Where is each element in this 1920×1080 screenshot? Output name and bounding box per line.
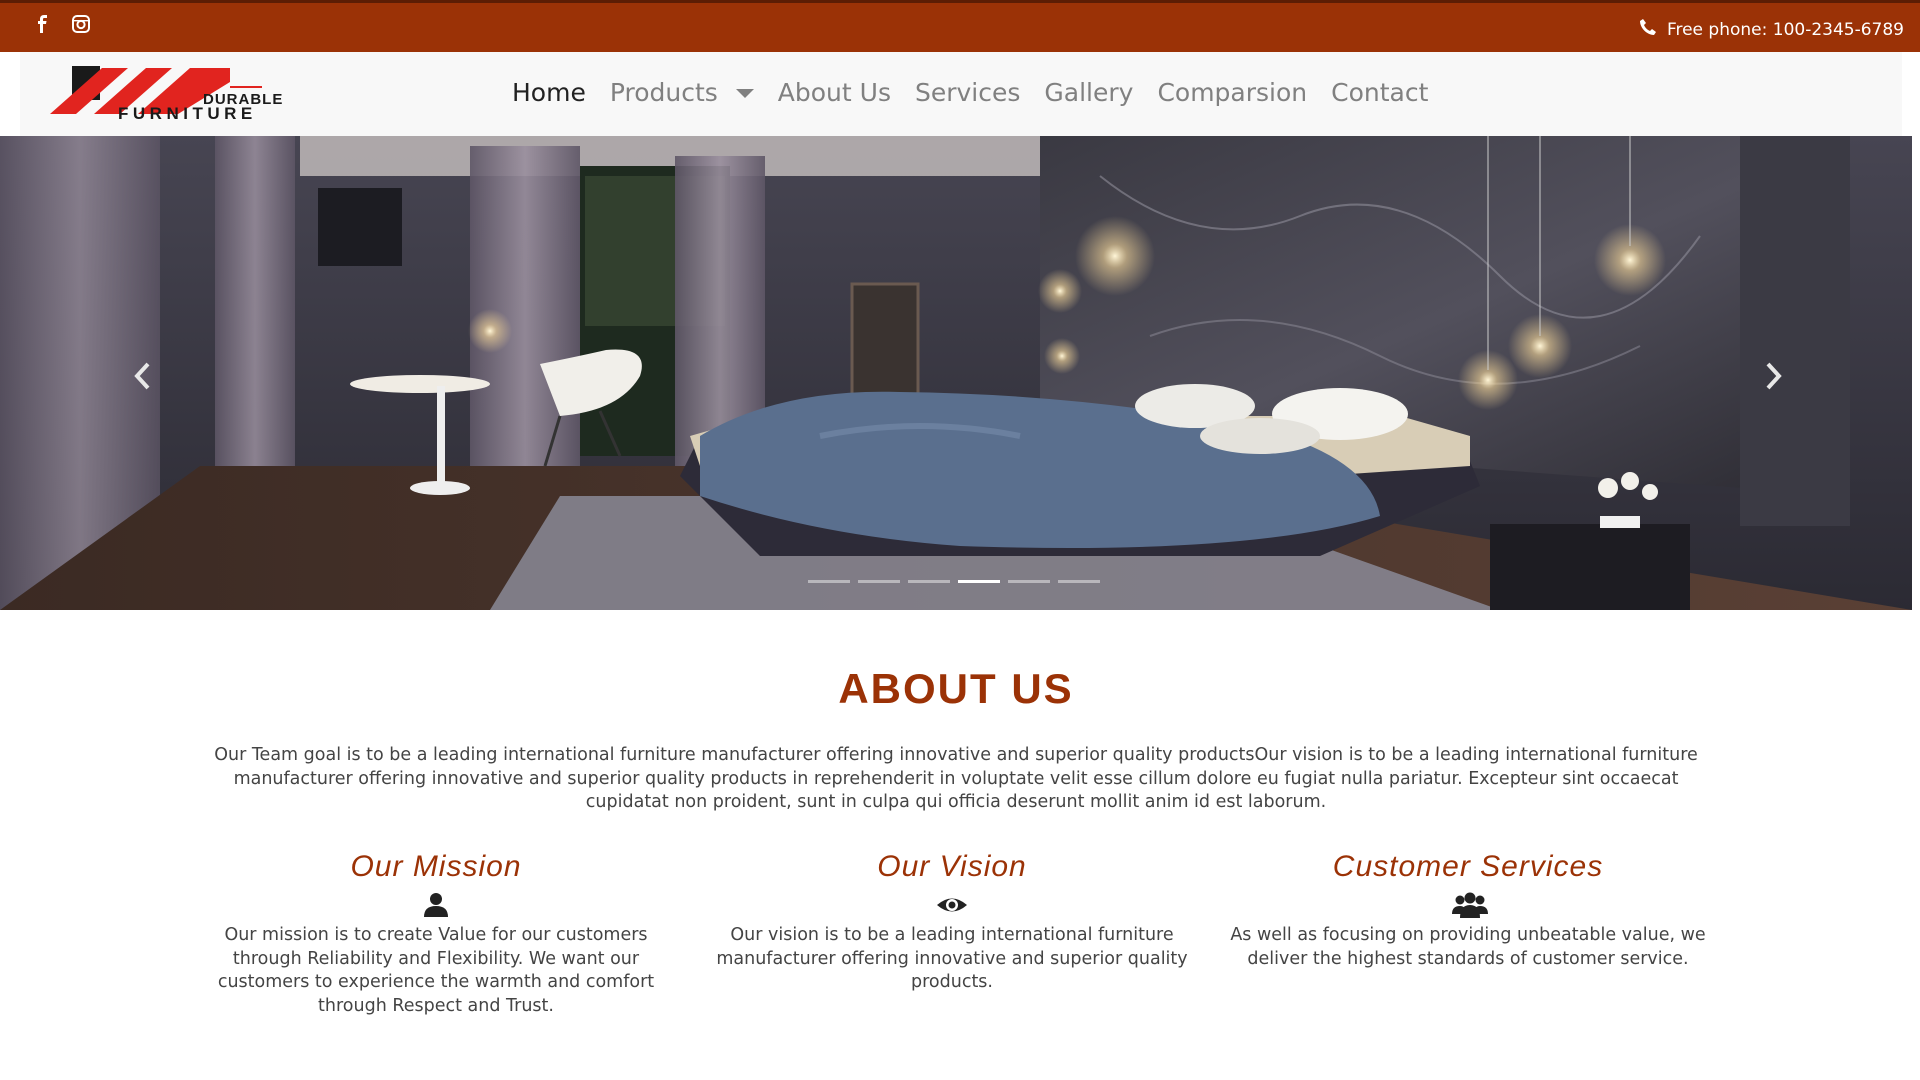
- vision-column: Our Vision Our vision is to be a leading…: [712, 850, 1192, 995]
- social-links: [34, 15, 90, 33]
- caret-down-icon: [735, 89, 754, 98]
- users-icon: [1452, 892, 1488, 918]
- nav-products-dropdown[interactable]: Products: [610, 78, 754, 107]
- mission-column: Our Mission Our mission is to create Val…: [196, 850, 676, 1018]
- user-icon: [420, 892, 452, 918]
- customer-services-text: As well as focusing on providing unbeata…: [1230, 925, 1706, 969]
- nav-contact-label: Contact: [1331, 78, 1429, 107]
- carousel-indicator-2[interactable]: [858, 580, 900, 583]
- vision-text: Our vision is to be a leading internatio…: [716, 925, 1188, 992]
- hero-carousel: [0, 136, 1912, 610]
- nav-services-label: Services: [914, 78, 1021, 107]
- brand-logo[interactable]: DURABLE FURNITURE: [50, 62, 330, 123]
- top-bar: Free phone: 100-2345-6789: [0, 0, 1920, 52]
- nav-comparsion-label: Comparsion: [1157, 78, 1308, 107]
- about-title: ABOUT US: [838, 665, 1074, 712]
- nav-products-label: Products: [609, 78, 718, 107]
- carousel-prev-button[interactable]: [128, 356, 158, 396]
- eye-icon: [936, 892, 968, 918]
- nav-gallery-label: Gallery: [1044, 78, 1134, 107]
- carousel-indicator-1[interactable]: [808, 580, 850, 583]
- nav-about-label: About Us: [777, 78, 891, 107]
- nav-home-label: Home: [512, 78, 586, 107]
- carousel-indicator-5[interactable]: [1008, 580, 1050, 583]
- facebook-icon[interactable]: [34, 15, 52, 33]
- customer-services-column: Customer Services As well as focusing on…: [1228, 850, 1708, 971]
- nav-about-us[interactable]: About Us: [778, 78, 891, 107]
- hero-bedroom-image: [0, 136, 1912, 610]
- nav-menu: Home Products About Us Services Gallery …: [512, 78, 1428, 107]
- vision-title: Our Vision: [877, 850, 1027, 883]
- mission-text: Our mission is to create Value for our c…: [217, 925, 655, 1016]
- carousel-indicator-4[interactable]: [958, 580, 1000, 583]
- main-navbar: DURABLE FURNITURE Home Products About Us…: [20, 52, 1902, 136]
- nav-contact[interactable]: Contact: [1331, 78, 1428, 107]
- logo-line2: FURNITURE: [118, 104, 257, 122]
- phone-icon: [1639, 18, 1657, 41]
- instagram-icon[interactable]: [72, 15, 90, 33]
- phone-info: Free phone: 100-2345-6789: [1639, 18, 1904, 41]
- mission-title: Our Mission: [350, 850, 522, 883]
- nav-comparsion[interactable]: Comparsion: [1157, 78, 1307, 107]
- nav-services[interactable]: Services: [915, 78, 1020, 107]
- customer-services-title: Customer Services: [1332, 850, 1604, 883]
- carousel-indicator-6[interactable]: [1058, 580, 1100, 583]
- nav-gallery[interactable]: Gallery: [1044, 78, 1133, 107]
- nav-home[interactable]: Home: [512, 78, 586, 107]
- carousel-next-button[interactable]: [1758, 356, 1788, 396]
- about-description: Our Team goal is to be a leading interna…: [214, 745, 1698, 812]
- carousel-indicators: [808, 580, 1100, 583]
- carousel-indicator-3[interactable]: [908, 580, 950, 583]
- chevron-right-icon: [1766, 362, 1782, 390]
- phone-text: Free phone: 100-2345-6789: [1666, 19, 1904, 40]
- chevron-left-icon: [134, 362, 150, 390]
